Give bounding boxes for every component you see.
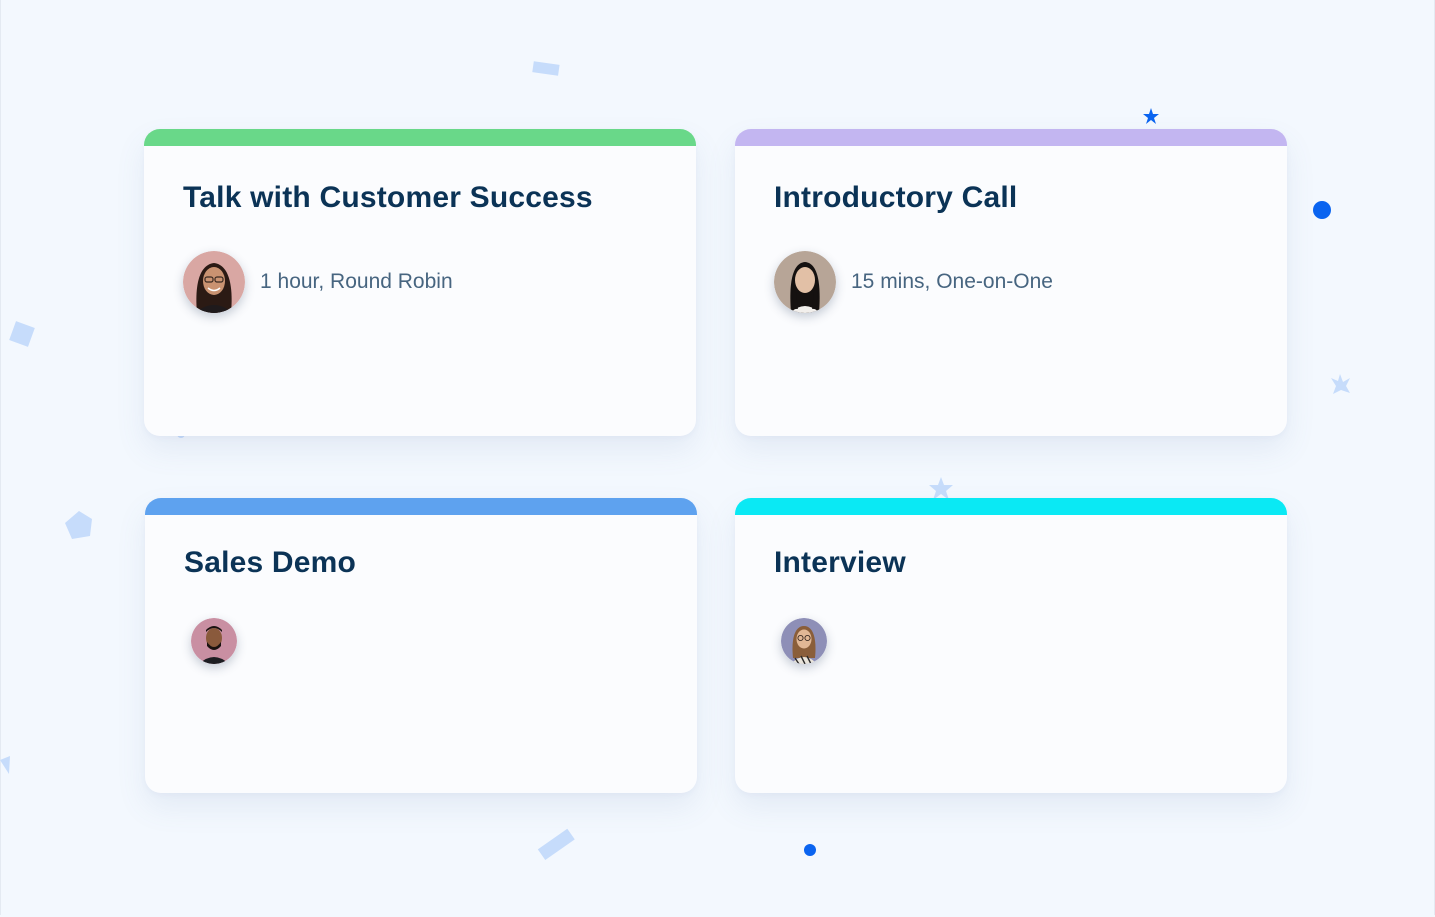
confetti-triangle-icon: [0, 756, 10, 774]
event-host: 15 mins, One-on-One: [774, 251, 1053, 313]
host-avatar: [191, 618, 237, 664]
event-card-sales-demo[interactable]: Sales Demo: [145, 498, 697, 793]
event-title: Introductory Call: [774, 181, 1018, 214]
host-avatar: [183, 251, 245, 313]
event-accent-bar: [144, 129, 696, 146]
host-avatar: [781, 618, 827, 664]
event-duration-type: 15 mins, One-on-One: [851, 270, 1053, 293]
confetti-pentagon-icon: [65, 511, 92, 539]
event-card-introductory-call[interactable]: Introductory Call 15 mins, One-on-One: [735, 129, 1287, 436]
event-host: 1 hour, Round Robin: [183, 251, 453, 313]
event-duration-type: 1 hour, Round Robin: [260, 270, 453, 293]
event-card-interview[interactable]: Interview: [735, 498, 1287, 793]
confetti-square-icon: [9, 321, 35, 347]
event-accent-bar: [735, 498, 1287, 515]
confetti-dot-icon: [1313, 201, 1331, 219]
host-avatar: [774, 251, 836, 313]
confetti-star-icon: [1143, 108, 1159, 124]
event-host: [774, 616, 827, 664]
event-title: Sales Demo: [184, 546, 357, 579]
event-title: Interview: [774, 546, 906, 579]
event-accent-bar: [145, 498, 697, 515]
confetti-dot-icon: [804, 844, 816, 856]
event-card-customer-success[interactable]: Talk with Customer Success 1 hour, Round…: [144, 129, 696, 436]
event-accent-bar: [735, 129, 1287, 146]
event-host: [184, 616, 237, 664]
confetti-rectangle-icon: [532, 61, 560, 76]
confetti-rectangle-icon: [537, 828, 575, 861]
confetti-star-icon: [1331, 374, 1350, 394]
event-title: Talk with Customer Success: [183, 181, 593, 214]
confetti-star-icon: [929, 477, 953, 500]
